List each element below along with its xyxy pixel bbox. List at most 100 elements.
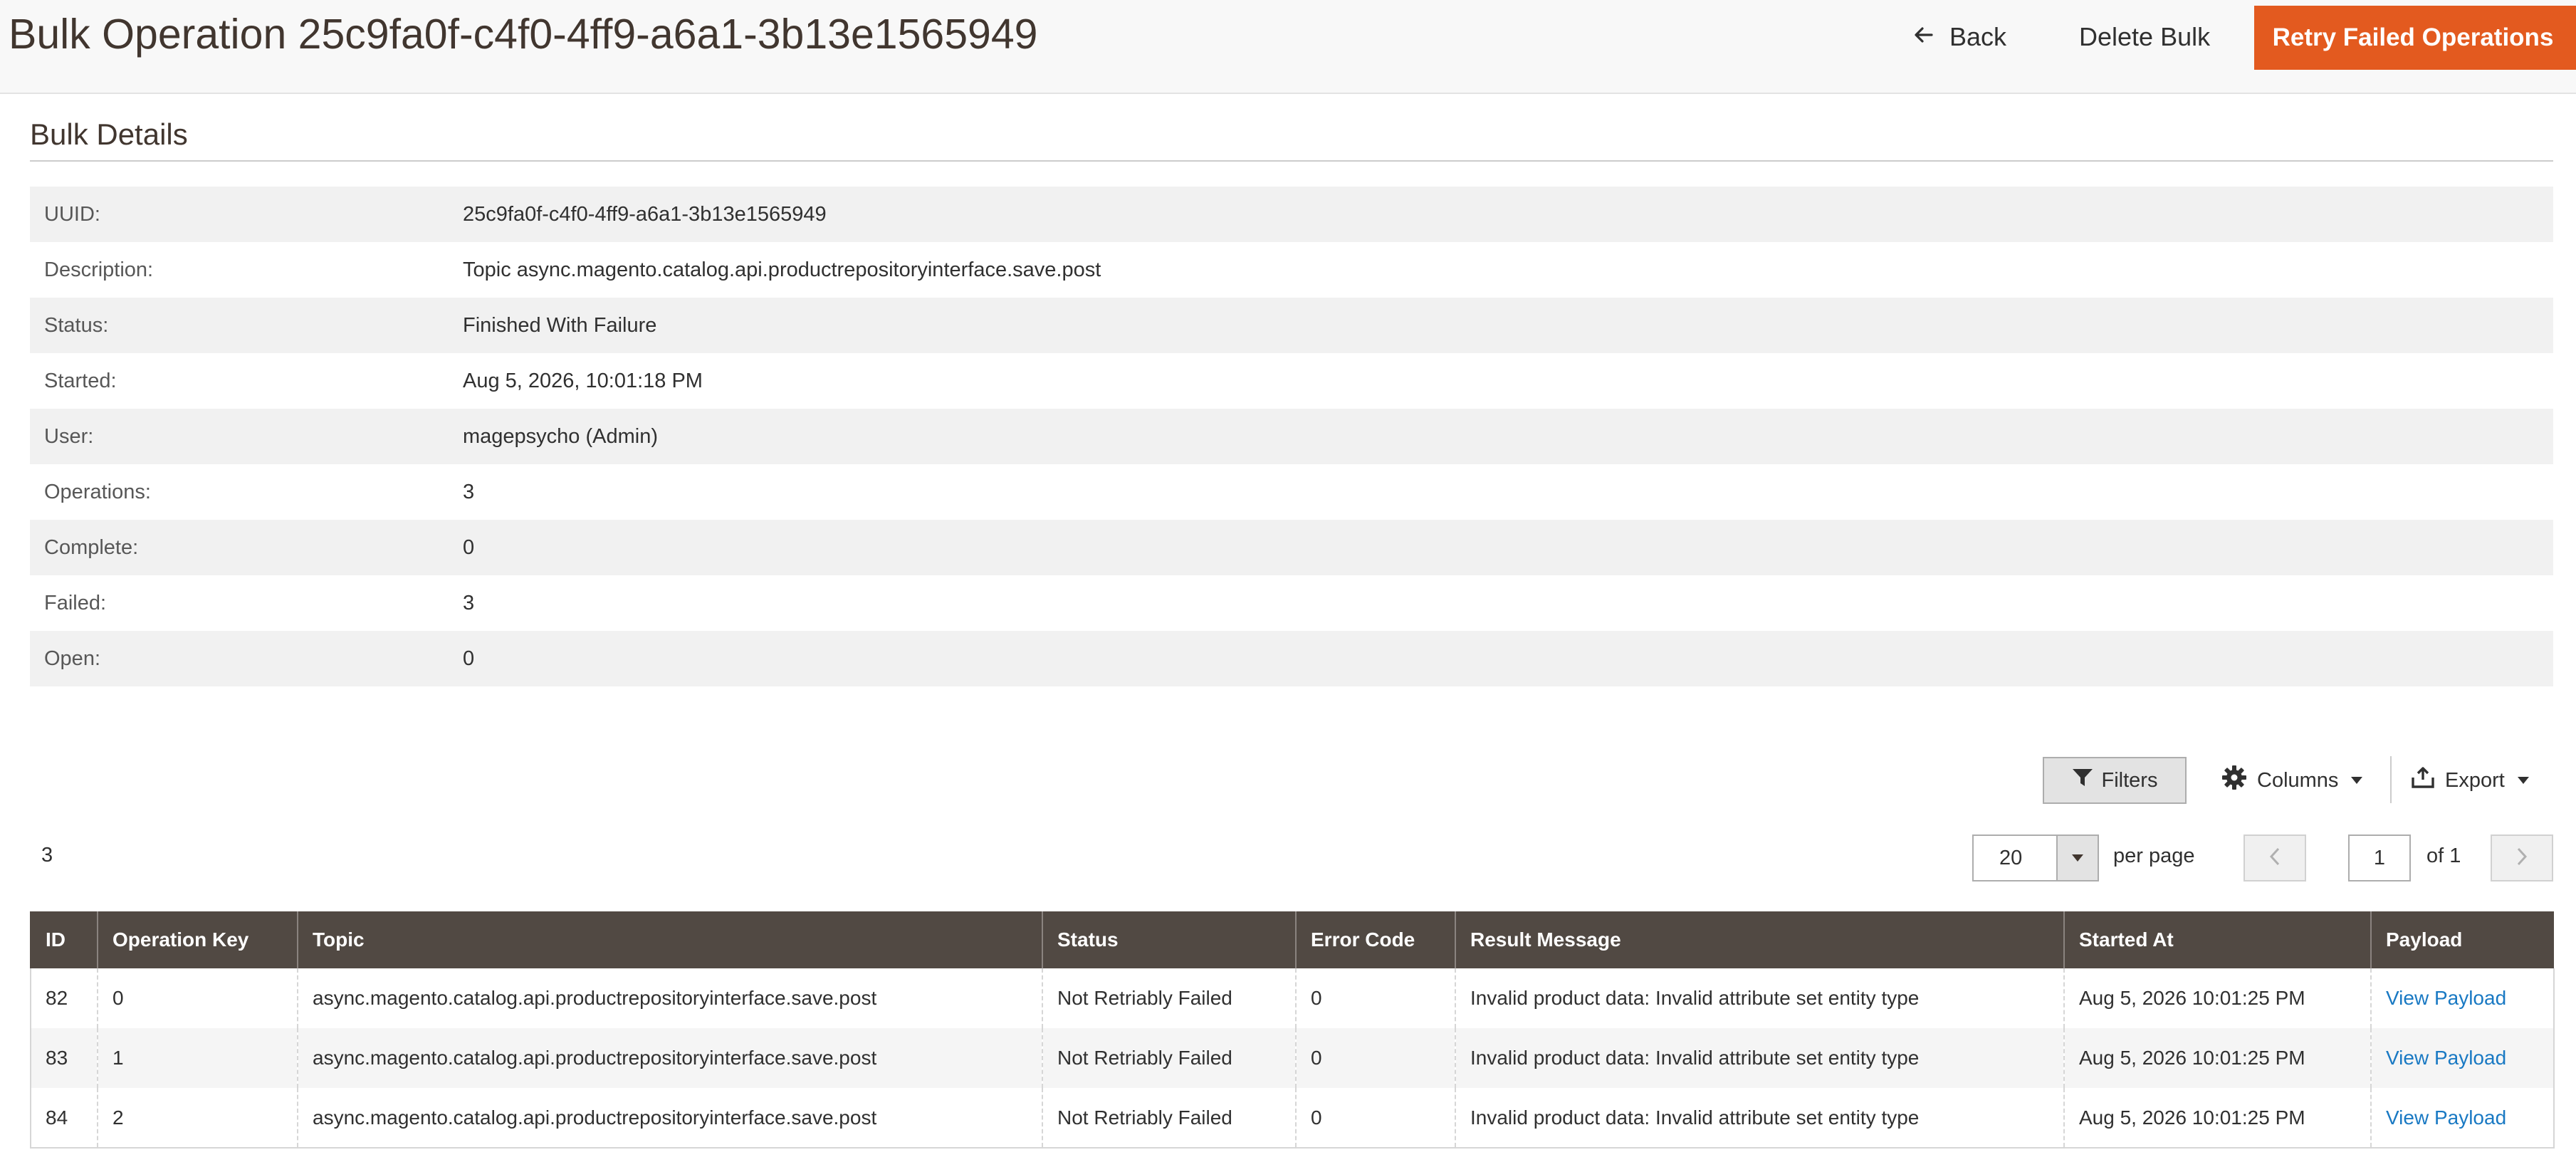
section-divider: [30, 160, 2553, 162]
delete-bulk-label: Delete Bulk: [2079, 22, 2211, 51]
toolbar-divider: [2390, 756, 2392, 803]
page-header: Bulk Operation 25c9fa0f-c4f0-4ff9-a6a1-3…: [0, 0, 2576, 94]
cell-operation-key: 0: [97, 968, 298, 1028]
total-pages-label: of 1: [2426, 844, 2461, 867]
chevron-right-icon: [2515, 847, 2528, 870]
bulk-details-list: UUID: 25c9fa0f-c4f0-4ff9-a6a1-3b13e15659…: [30, 187, 2553, 686]
operations-grid: ID Operation Key Topic Status Error Code…: [30, 911, 2555, 1149]
cell-payload: View Payload: [2370, 1088, 2555, 1149]
column-header-error-code[interactable]: Error Code: [1295, 911, 1455, 968]
column-header-id[interactable]: ID: [30, 911, 98, 968]
table-row: 83 1 async.magento.catalog.api.productre…: [30, 1028, 2555, 1088]
view-payload-link[interactable]: View Payload: [2386, 1106, 2506, 1129]
columns-label: Columns: [2257, 768, 2339, 792]
detail-row-operations: Operations: 3: [30, 464, 2553, 520]
cell-topic: async.magento.catalog.api.productreposit…: [297, 1028, 1042, 1088]
detail-row-failed: Failed: 3: [30, 575, 2553, 631]
detail-label: Failed:: [44, 591, 107, 614]
per-page-select[interactable]: 20: [1972, 834, 2099, 881]
column-header-status[interactable]: Status: [1042, 911, 1296, 968]
export-label: Export: [2445, 768, 2505, 792]
cell-payload: View Payload: [2370, 1028, 2555, 1088]
previous-page-button[interactable]: [2243, 834, 2306, 881]
detail-value: 3: [463, 591, 475, 614]
columns-dropdown[interactable]: Columns: [2221, 762, 2363, 799]
table-row: 82 0 async.magento.catalog.api.productre…: [30, 968, 2555, 1028]
arrow-left-icon: [1912, 22, 1934, 52]
cell-result-message: Invalid product data: Invalid attribute …: [1455, 968, 2064, 1028]
view-payload-link[interactable]: View Payload: [2386, 987, 2506, 1009]
column-header-topic[interactable]: Topic: [297, 911, 1042, 968]
export-dropdown[interactable]: Export: [2411, 762, 2529, 799]
detail-row-status: Status: Finished With Failure: [30, 298, 2553, 353]
cell-error-code: 0: [1295, 1028, 1455, 1088]
chevron-down-icon: [2351, 777, 2363, 784]
cell-error-code: 0: [1295, 968, 1455, 1028]
detail-value: 3: [463, 480, 475, 503]
chevron-down-icon: [2517, 777, 2529, 784]
cell-status: Not Retriably Failed: [1042, 1088, 1296, 1149]
detail-label: Operations:: [44, 480, 151, 503]
cell-result-message: Invalid product data: Invalid attribute …: [1455, 1088, 2064, 1149]
chevron-left-icon: [2268, 847, 2281, 870]
per-page-toggle[interactable]: [2056, 836, 2098, 880]
column-header-operation-key[interactable]: Operation Key: [97, 911, 298, 968]
column-header-started-at[interactable]: Started At: [2063, 911, 2371, 968]
column-header-result-message[interactable]: Result Message: [1455, 911, 2064, 968]
view-payload-link[interactable]: View Payload: [2386, 1047, 2506, 1069]
column-header-payload[interactable]: Payload: [2370, 911, 2554, 968]
cell-operation-key: 2: [97, 1088, 298, 1149]
cell-started-at: Aug 5, 2026 10:01:25 PM: [2063, 1028, 2371, 1088]
detail-label: Description:: [44, 258, 154, 281]
delete-bulk-button[interactable]: Delete Bulk: [2079, 19, 2210, 56]
cell-payload: View Payload: [2370, 968, 2555, 1028]
detail-label: Complete:: [44, 535, 139, 559]
next-page-button[interactable]: [2491, 834, 2553, 881]
detail-label: User:: [44, 424, 94, 448]
back-button-label: Back: [1949, 22, 2007, 51]
grid-header-row: ID Operation Key Topic Status Error Code…: [30, 911, 2554, 968]
cell-operation-key: 1: [97, 1028, 298, 1088]
cell-topic: async.magento.catalog.api.productreposit…: [297, 1088, 1042, 1149]
filter-icon: [2072, 768, 2093, 793]
filters-label: Filters: [2101, 768, 2158, 792]
cell-error-code: 0: [1295, 1088, 1455, 1149]
cell-started-at: Aug 5, 2026 10:01:25 PM: [2063, 1088, 2371, 1149]
retry-failed-operations-button[interactable]: Retry Failed Operations: [2254, 6, 2576, 70]
cell-status: Not Retriably Failed: [1042, 968, 1296, 1028]
page-title: Bulk Operation 25c9fa0f-c4f0-4ff9-a6a1-3…: [9, 11, 1038, 58]
cell-result-message: Invalid product data: Invalid attribute …: [1455, 1028, 2064, 1088]
records-found-count: 3: [41, 844, 53, 867]
detail-label: UUID:: [44, 202, 100, 226]
per-page-label: per page: [2113, 844, 2195, 867]
gear-icon: [2221, 765, 2247, 796]
cell-id: 83: [30, 1028, 98, 1088]
detail-label: Started:: [44, 369, 117, 392]
detail-row-uuid: UUID: 25c9fa0f-c4f0-4ff9-a6a1-3b13e15659…: [30, 187, 2553, 242]
detail-row-started: Started: Aug 5, 2026, 10:01:18 PM: [30, 353, 2553, 409]
detail-label: Status:: [44, 313, 109, 337]
detail-label: Open:: [44, 647, 100, 670]
back-button[interactable]: Back: [1912, 19, 2006, 56]
table-row: 84 2 async.magento.catalog.api.productre…: [30, 1088, 2555, 1149]
detail-value: Finished With Failure: [463, 313, 657, 337]
detail-value: magepsycho (Admin): [463, 424, 658, 448]
filters-button[interactable]: Filters: [2043, 757, 2187, 804]
cell-topic: async.magento.catalog.api.productreposit…: [297, 968, 1042, 1028]
chevron-down-icon: [2072, 854, 2083, 862]
cell-id: 82: [30, 968, 98, 1028]
cell-started-at: Aug 5, 2026 10:01:25 PM: [2063, 968, 2371, 1028]
export-icon: [2411, 766, 2435, 795]
detail-value: Aug 5, 2026, 10:01:18 PM: [463, 369, 703, 392]
cell-id: 84: [30, 1088, 98, 1149]
detail-row-description: Description: Topic async.magento.catalog…: [30, 242, 2553, 298]
detail-value: Topic async.magento.catalog.api.productr…: [463, 258, 1101, 281]
detail-value: 0: [463, 535, 475, 559]
current-page-input[interactable]: [2348, 834, 2411, 881]
detail-value: 0: [463, 647, 475, 670]
detail-row-user: User: magepsycho (Admin): [30, 409, 2553, 464]
detail-row-complete: Complete: 0: [30, 520, 2553, 575]
per-page-value: 20: [1999, 846, 2023, 869]
section-title: Bulk Details: [30, 117, 188, 151]
detail-row-open: Open: 0: [30, 631, 2553, 686]
